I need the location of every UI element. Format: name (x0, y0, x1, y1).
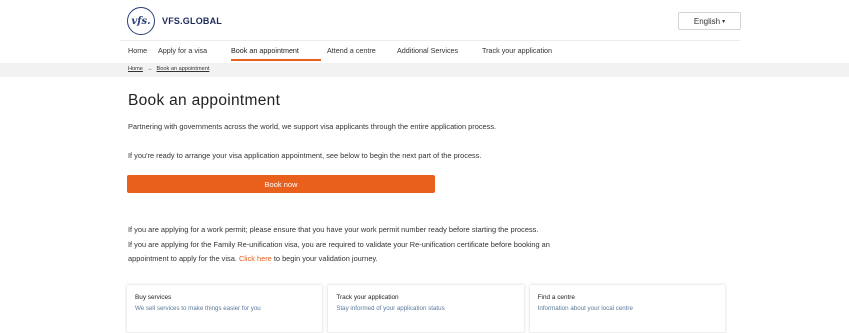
breadcrumb-bar: Home → Book an appointment (0, 63, 849, 77)
ready-text: If you're ready to arrange your visa app… (128, 151, 482, 160)
work-permit-text: If you are applying for a work permit; p… (128, 225, 539, 234)
card-track-your-application[interactable]: Track your application Stay informed of … (328, 285, 524, 333)
card-find-a-centre[interactable]: Find a centre Information about your loc… (529, 285, 725, 333)
logo-mark-icon: vfs. (127, 7, 155, 35)
breadcrumb-current-link[interactable]: Book an appointment (157, 66, 210, 72)
card-description: We sell services to make things easier f… (135, 305, 261, 312)
card-buy-services[interactable]: Buy services We sell services to make th… (127, 285, 323, 333)
card-title: Buy services (135, 294, 172, 301)
click-here-link[interactable]: Click here (239, 254, 272, 263)
breadcrumb-arrow-icon: → (146, 66, 153, 72)
card-description: Information about your local centre (537, 305, 633, 312)
breadcrumb-home-link[interactable]: Home (128, 66, 143, 72)
site-header: vfs. VFS.GLOBAL English ▾ (0, 0, 849, 40)
chevron-down-icon: ▾ (722, 18, 726, 25)
nav-item-apply-for-a-visa[interactable]: Apply for a visa (158, 46, 207, 55)
card-title: Track your application (336, 294, 399, 301)
book-now-button[interactable]: Book now (127, 175, 435, 193)
page-title: Book an appointment (128, 92, 281, 109)
breadcrumb: Home → Book an appointment (128, 66, 209, 72)
language-label: English (693, 16, 721, 26)
card-description: Stay informed of your application status (336, 305, 445, 312)
intro-text: Partnering with governments across the w… (128, 122, 497, 131)
service-cards: Buy services We sell services to make th… (127, 285, 725, 333)
family-reunification-text-cont: appointment to apply for the visa. Click… (128, 254, 378, 263)
vfs-logo[interactable]: vfs. VFS.GLOBAL (127, 7, 222, 35)
nav-item-track-your-application[interactable]: Track your application (482, 46, 552, 55)
language-select[interactable]: English ▾ (678, 12, 741, 30)
nav-item-additional-services[interactable]: Additional Services (397, 46, 458, 55)
family-text-post: to begin your validation journey. (273, 254, 378, 263)
family-reunification-text: If you are applying for the Family Re-un… (128, 240, 550, 249)
card-title: Find a centre (537, 294, 575, 301)
family-text-pre: appointment to apply for the visa. (128, 254, 237, 263)
nav-item-attend-a-centre[interactable]: Attend a centre (327, 46, 376, 55)
nav-item-home[interactable]: Home (128, 46, 147, 55)
logo-brand-text: VFS.GLOBAL (162, 16, 222, 26)
active-nav-indicator (231, 59, 321, 61)
nav-item-book-an-appointment[interactable]: Book an appointment (231, 46, 299, 55)
main-nav: Home Apply for a visa Book an appointmen… (120, 40, 740, 61)
